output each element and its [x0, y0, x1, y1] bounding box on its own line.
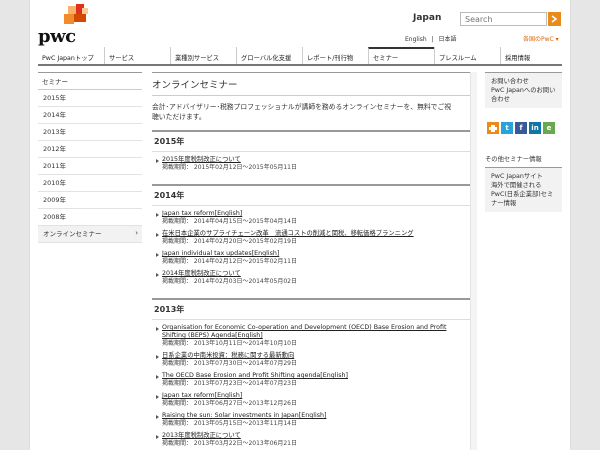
seminar-period: 掲載期間： 2013年07月30日～2014年07月29日	[162, 360, 297, 367]
seminar-link[interactable]: Japan tax reform[English]	[162, 392, 472, 400]
search-input[interactable]	[460, 12, 547, 26]
sidebar-item-2012[interactable]: 2012年	[38, 141, 142, 158]
seminar-period: 掲載期間： 2014年02月20日～2015年02月19日	[162, 238, 297, 245]
contact-box: お問い合わせ PwC Japanへのお問い合わせ	[485, 72, 562, 108]
other-seminar-box: PwC Japanサイト 海外で開催されるPwC(日系企業部)セミナー情報	[485, 167, 562, 212]
pwc-logo[interactable]: pwc	[38, 4, 90, 47]
content-scrollbar[interactable]	[470, 72, 477, 450]
list-item: Raising the sun: Solar investments in Ja…	[156, 412, 472, 428]
list-item: 2013年度税制改正について 掲載期間： 2013年03月22日～2013年06…	[156, 432, 472, 448]
search-icon	[551, 15, 558, 23]
linkedin-icon[interactable]: in	[529, 122, 541, 134]
list-item: Japan tax reform[English] 掲載期間： 2013年06月…	[156, 392, 472, 408]
sidebar-item-2009[interactable]: 2009年	[38, 192, 142, 209]
seminar-period: 掲載期間： 2013年03月22日～2013年06月21日	[162, 440, 297, 447]
chevron-right-icon: ›	[135, 229, 138, 237]
lang-japanese-link[interactable]: 日本語	[439, 36, 457, 43]
sidebar-item-2015[interactable]: 2015年	[38, 90, 142, 107]
seminar-link[interactable]: Raising the sun: Solar investments in Ja…	[162, 412, 472, 420]
page: pwc Japan English | 日本語 各国のPwC ▾ PwC Jap…	[30, 0, 570, 450]
sidebar-item-2008[interactable]: 2008年	[38, 209, 142, 226]
list-item: 日系企業の中南米投資：税務に関する最新動向 掲載期間： 2013年07月30日～…	[156, 352, 472, 368]
list-item: 2014年度税制改正について 掲載期間： 2014年02月03日～2014年05…	[156, 270, 472, 286]
list-item: Japan tax reform[English] 掲載期間： 2014年04月…	[156, 210, 472, 226]
sidebar-item-2010[interactable]: 2010年	[38, 175, 142, 192]
nav-pressroom[interactable]: プレスルーム	[434, 47, 500, 64]
sidebar-item-2014[interactable]: 2014年	[38, 107, 142, 124]
list-item: Organisation for Economic Co-operation a…	[156, 324, 472, 348]
seminar-link[interactable]: 在米日本企業のサプライチェーン改革 流通コストの削減と関税、移転価格プランニング	[162, 230, 472, 238]
lang-separator: |	[431, 36, 434, 43]
right-sidebar: お問い合わせ PwC Japanへのお問い合わせ t f in e その他セミナ…	[485, 72, 562, 212]
region-selector[interactable]: 各国のPwC ▾	[523, 34, 559, 43]
seminar-period: 掲載期間： 2013年10月11日～2014年10月10日	[162, 340, 297, 347]
seminar-period: 掲載期間： 2014年02月12日～2015年02月11日	[162, 258, 297, 265]
region-title: Japan	[413, 13, 442, 23]
seminar-period: 掲載期間： 2013年05月15日～2013年11月14日	[162, 420, 297, 427]
evernote-icon[interactable]: e	[543, 122, 555, 134]
facebook-icon[interactable]: f	[515, 122, 527, 134]
seminar-link[interactable]: 2015年度税制改正について	[162, 156, 472, 164]
seminar-period: 掲載期間： 2014年04月15日～2015年04月14日	[162, 218, 297, 225]
nav-globalization[interactable]: グローバル化支援	[236, 47, 302, 64]
section-heading-2014: 2014年	[152, 184, 472, 206]
share-icons: t f in e	[487, 122, 562, 134]
nav-seminars[interactable]: セミナー	[368, 47, 434, 64]
list-item: The OECD Base Erosion and Profit Shiftin…	[156, 372, 472, 388]
seminar-link[interactable]: 2014年度税制改正について	[162, 270, 472, 278]
nav-reports[interactable]: レポート/刊行物	[302, 47, 368, 64]
twitter-icon[interactable]: t	[501, 122, 513, 134]
seminar-link[interactable]: 日系企業の中南米投資：税務に関する最新動向	[162, 352, 472, 360]
seminar-link[interactable]: Japan tax reform[English]	[162, 210, 472, 218]
section-heading-2015: 2015年	[152, 130, 472, 152]
page-title: オンラインセミナー	[152, 72, 472, 96]
lang-english-link[interactable]: English	[405, 36, 427, 43]
section-heading-2013: 2013年	[152, 298, 472, 320]
seminar-period: 掲載期間： 2014年02月03日～2014年05月02日	[162, 278, 297, 285]
nav-industries[interactable]: 業種別サービス	[170, 47, 236, 64]
print-icon[interactable]	[487, 122, 499, 134]
other-box-title: PwC Japanサイト	[491, 173, 543, 180]
language-switcher: English | 日本語	[405, 34, 460, 43]
sidebar-item-2013[interactable]: 2013年	[38, 124, 142, 141]
main-content: オンラインセミナー 会計･アドバイザリー･税務プロフェッショナルが講師を務めるオ…	[152, 72, 472, 448]
sidebar-heading[interactable]: セミナー	[38, 72, 142, 90]
list-item: 2015年度税制改正について 掲載期間： 2015年02月12日～2015年05…	[156, 156, 472, 172]
list-item: 在米日本企業のサプライチェーン改革 流通コストの削減と関税、移転価格プランニング…	[156, 230, 472, 246]
seminar-link[interactable]: Organisation for Economic Co-operation a…	[162, 324, 472, 340]
seminar-period: 掲載期間： 2013年07月23日～2014年07月23日	[162, 380, 297, 387]
seminar-link[interactable]: 2013年度税制改正について	[162, 432, 472, 440]
nav-services[interactable]: サービス	[104, 47, 170, 64]
list-item: Japan individual tax updates[English] 掲載…	[156, 250, 472, 266]
main-nav: PwC Japanトップ サービス 業種別サービス グローバル化支援 レポート/…	[38, 47, 562, 66]
sidebar-item-label: オンラインセミナー	[43, 230, 102, 238]
seminar-link[interactable]: Japan individual tax updates[English]	[162, 250, 472, 258]
seminar-link[interactable]: The OECD Base Erosion and Profit Shiftin…	[162, 372, 472, 380]
logo-wordmark: pwc	[38, 26, 76, 47]
left-sidebar: セミナー 2015年 2014年 2013年 2012年 2011年 2010年…	[38, 72, 142, 243]
sidebar-item-2011[interactable]: 2011年	[38, 158, 142, 175]
seminar-period: 掲載期間： 2013年06月27日～2013年12月26日	[162, 400, 297, 407]
lead-text: 会計･アドバイザリー･税務プロフェッショナルが講師を務めるオンラインセミナーを、…	[152, 103, 452, 121]
search-button[interactable]	[548, 12, 561, 26]
contact-heading: お問い合わせ	[491, 78, 529, 85]
other-seminar-label: その他セミナー情報	[485, 156, 542, 163]
nav-home[interactable]: PwC Japanトップ	[38, 47, 104, 64]
seminar-period: 掲載期間： 2015年02月12日～2015年05月11日	[162, 164, 297, 171]
nav-careers[interactable]: 採用情報	[500, 47, 562, 64]
contact-link[interactable]: PwC Japanへのお問い合わせ	[491, 86, 556, 104]
sidebar-item-online-seminar[interactable]: オンラインセミナー ›	[38, 226, 142, 243]
overseas-seminar-link[interactable]: 海外で開催されるPwC(日系企業部)セミナー情報	[491, 181, 556, 208]
